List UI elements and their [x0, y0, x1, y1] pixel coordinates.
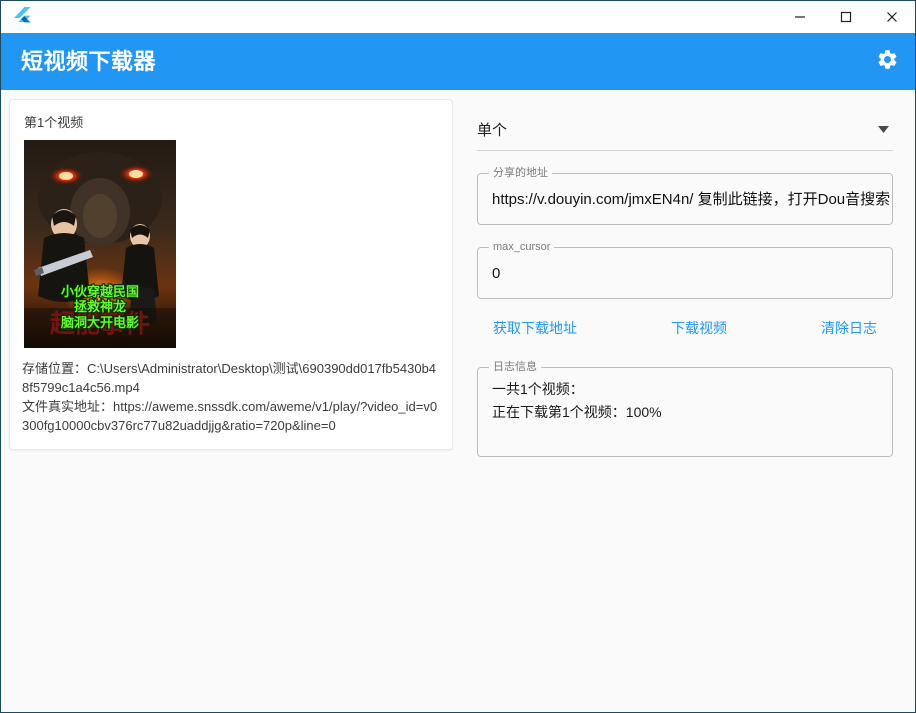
- video-index-label: 第1个视频: [24, 115, 84, 130]
- settings-button[interactable]: [859, 33, 915, 90]
- video-thumbnail[interactable]: 超能事件 小伙穿越民国 拯救神龙 脑洞大开电影: [24, 140, 176, 348]
- svg-text:小伙穿越民国: 小伙穿越民国: [61, 284, 139, 300]
- main-content: 第1个视频 超能事件 小伙穿越民国 拯救神龙 脑洞大开电影 存储位置：C:\Us…: [1, 90, 915, 712]
- log-line: 正在下载第1个视频：100%: [492, 404, 662, 420]
- poster-image: 超能事件 小伙穿越民国 拯救神龙 脑洞大开电影: [24, 140, 176, 348]
- get-download-url-button[interactable]: 获取下载地址: [483, 311, 587, 345]
- file-info: 存储位置：C:\Users\Administrator\Desktop\测试\6…: [22, 359, 440, 435]
- log-line: 一共1个视频：: [492, 381, 584, 397]
- video-card: 第1个视频 超能事件 小伙穿越民国 拯救神龙 脑洞大开电影 存储位置：C:\Us…: [9, 99, 453, 450]
- share-url-label: 分享的地址: [489, 167, 552, 180]
- log-body: 一共1个视频： 正在下载第1个视频：100%: [478, 368, 892, 424]
- minimize-button[interactable]: [777, 1, 823, 32]
- gear-icon: [876, 48, 899, 76]
- app-window: 短视频下载器 第1个视频 超能事件 小伙穿越民国 拯救神龙 脑洞大开电影 存储位…: [0, 0, 916, 713]
- max-cursor-input[interactable]: 0: [478, 248, 892, 300]
- flutter-logo-icon: [7, 1, 37, 32]
- controls-column: 单个 分享的地址 https://v.douyin.com/jmxEN4n/ 复…: [459, 90, 915, 457]
- close-icon: [886, 11, 898, 23]
- mode-select-value: 单个: [477, 121, 508, 139]
- log-field[interactable]: 日志信息 一共1个视频： 正在下载第1个视频：100%: [477, 361, 893, 457]
- video-list-column: 第1个视频 超能事件 小伙穿越民国 拯救神龙 脑洞大开电影 存储位置：C:\Us…: [1, 90, 459, 450]
- max-cursor-label: max_cursor: [489, 241, 555, 254]
- storage-location-text: 存储位置：C:\Users\Administrator\Desktop\测试\6…: [22, 361, 437, 395]
- mode-select[interactable]: 单个: [477, 108, 893, 151]
- maximize-icon: [840, 11, 852, 23]
- action-buttons-row: 获取下载地址 下载视频 清除日志: [477, 311, 893, 345]
- share-url-input[interactable]: https://v.douyin.com/jmxEN4n/ 复制此链接，打开Do…: [478, 174, 892, 226]
- svg-text:拯救神龙: 拯救神龙: [74, 299, 126, 315]
- max-cursor-field[interactable]: max_cursor 0: [477, 241, 893, 300]
- share-url-field[interactable]: 分享的地址 https://v.douyin.com/jmxEN4n/ 复制此链…: [477, 167, 893, 226]
- download-video-button[interactable]: 下载视频: [661, 311, 737, 345]
- minimize-icon: [794, 11, 806, 23]
- log-label: 日志信息: [489, 361, 541, 374]
- page-title: 短视频下载器: [21, 48, 157, 74]
- chevron-down-icon: [873, 125, 893, 133]
- maximize-button[interactable]: [823, 1, 869, 32]
- app-bar: 短视频下载器: [1, 33, 915, 90]
- title-bar: [1, 1, 915, 33]
- svg-text:脑洞大开电影: 脑洞大开电影: [61, 315, 139, 331]
- close-button[interactable]: [869, 1, 915, 32]
- clear-log-button[interactable]: 清除日志: [811, 311, 887, 345]
- real-url-text: 文件真实地址：https://aweme.snssdk.com/aweme/v1…: [22, 399, 438, 433]
